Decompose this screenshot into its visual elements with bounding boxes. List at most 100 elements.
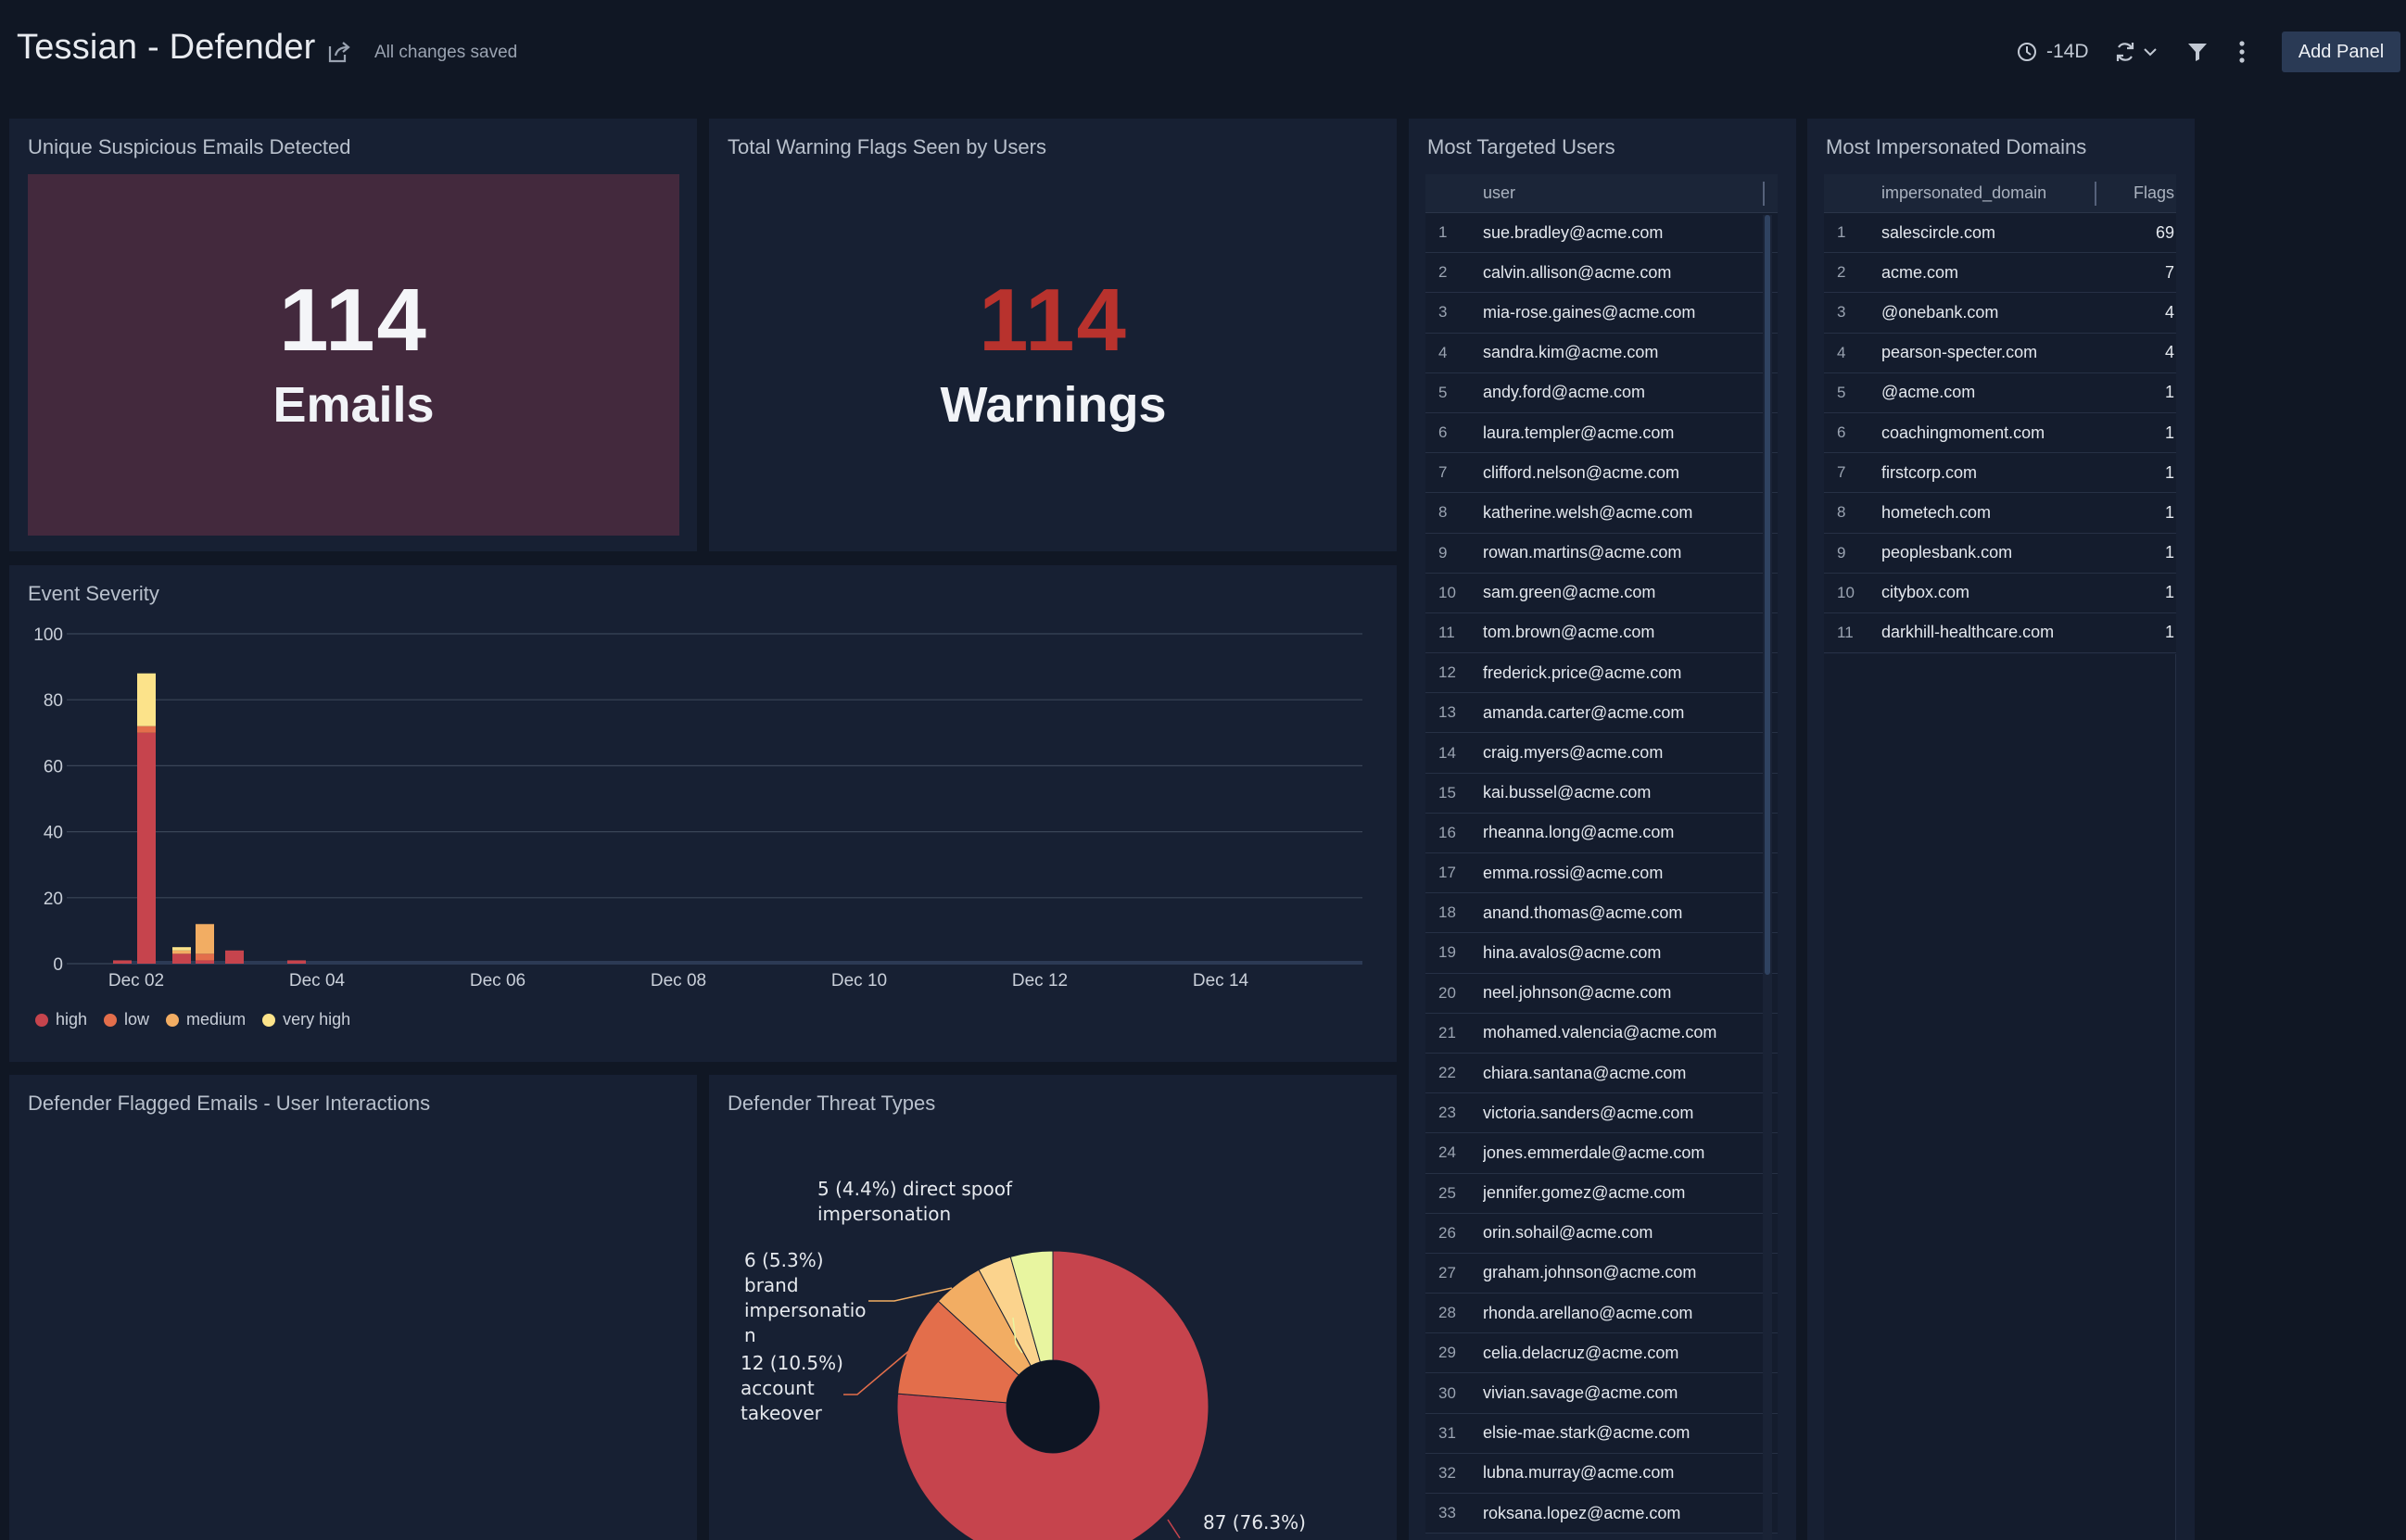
table-row[interactable]: 2 calvin.allison@acme.com — [1425, 253, 1778, 294]
domain-cell: darkhill-healthcare.com — [1881, 623, 2055, 642]
table-row[interactable]: 13 amanda.carter@acme.com — [1425, 693, 1778, 734]
flags-cell: 1 — [2164, 462, 2174, 482]
user-cell: amanda.carter@acme.com — [1483, 702, 1685, 722]
table-row[interactable]: 14 craig.myers@acme.com — [1425, 733, 1778, 774]
legend-item-medium[interactable]: medium — [166, 1010, 246, 1029]
table-row[interactable]: 21 mohamed.valencia@acme.com — [1425, 1013, 1778, 1054]
column-header-impersonated-domain[interactable]: impersonated_domain — [1881, 183, 2096, 203]
table-row[interactable]: 1 sue.bradley@acme.com — [1425, 213, 1778, 254]
y-tick-label: 40 — [44, 824, 63, 843]
table-row[interactable]: 18 anand.thomas@acme.com — [1425, 893, 1778, 934]
pie-label-line: impersonation — [817, 1203, 952, 1225]
user-cell: katherine.welsh@acme.com — [1483, 502, 1693, 522]
table-row[interactable]: 8 hometech.com 1 — [1824, 493, 2176, 534]
y-tick-label: 80 — [44, 691, 63, 711]
user-cell: kai.bussel@acme.com — [1483, 783, 1652, 802]
scrollbar-thumb[interactable] — [1765, 215, 1770, 975]
column-header-flags[interactable]: Flags — [2096, 183, 2176, 203]
table-row[interactable]: 9 peoplesbank.com 1 — [1824, 533, 2176, 574]
bar-segment-high — [172, 953, 191, 964]
legend-swatch — [262, 1013, 276, 1027]
legend-item-very-high[interactable]: very high — [262, 1010, 350, 1029]
table-row[interactable]: 27 graham.johnson@acme.com — [1425, 1253, 1778, 1294]
table-row[interactable]: 20 neel.johnson@acme.com — [1425, 973, 1778, 1014]
table-row[interactable]: 6 coachingmoment.com 1 — [1824, 412, 2176, 454]
filter-button[interactable] — [2185, 37, 2210, 67]
table-header: user — [1425, 174, 1778, 213]
legend-item-high[interactable]: high — [35, 1010, 87, 1029]
table-row[interactable]: 3 @onebank.com 4 — [1824, 293, 2176, 334]
bar-segment-high — [113, 960, 132, 964]
table-row[interactable]: 10 citybox.com 1 — [1824, 573, 2176, 613]
row-index: 8 — [1438, 503, 1448, 522]
table-row[interactable]: 24 jones.emmerdale@acme.com — [1425, 1133, 1778, 1174]
user-cell: elsie-mae.stark@acme.com — [1483, 1423, 1691, 1443]
table-row[interactable]: 17 emma.rossi@acme.com — [1425, 853, 1778, 894]
table-row[interactable]: 11 darkhill-healthcare.com 1 — [1824, 612, 2176, 654]
table-row[interactable]: 23 victoria.sanders@acme.com — [1425, 1093, 1778, 1134]
row-index: 24 — [1438, 1143, 1456, 1162]
kebab-menu-icon — [2239, 41, 2245, 63]
table-row[interactable]: 4 sandra.kim@acme.com — [1425, 333, 1778, 373]
more-options-button[interactable] — [2235, 37, 2248, 67]
row-index: 9 — [1438, 543, 1448, 562]
table-body: 1 salescircle.com 69 2 acme.com 7 3 @onebank.co… — [1824, 213, 2176, 654]
pie-label-line: impersonatio — [744, 1299, 867, 1321]
share-icon[interactable] — [326, 39, 352, 65]
user-cell: emma.rossi@acme.com — [1483, 863, 1664, 882]
table-row[interactable]: 5 @acme.com 1 — [1824, 372, 2176, 413]
time-range-selector[interactable]: -14D — [2017, 37, 2089, 67]
table-row[interactable]: 11 tom.brown@acme.com — [1425, 612, 1778, 654]
legend-label: very high — [283, 1010, 351, 1029]
table-row[interactable]: 9 rowan.martins@acme.com — [1425, 533, 1778, 574]
table-row[interactable]: 10 sam.green@acme.com — [1425, 573, 1778, 613]
user-cell: rhonda.arellano@acme.com — [1483, 1303, 1693, 1322]
table-row[interactable]: 29 celia.delacruz@acme.com — [1425, 1333, 1778, 1374]
table-row[interactable]: 3 mia-rose.gaines@acme.com — [1425, 293, 1778, 334]
table-row[interactable]: 5 andy.ford@acme.com — [1425, 372, 1778, 413]
dashboard-header: Tessian - Defender All changes saved -14… — [0, 0, 2406, 104]
table-row[interactable]: 26 orin.sohail@acme.com — [1425, 1213, 1778, 1254]
column-header-user[interactable]: user — [1483, 183, 1778, 203]
table-row[interactable]: 8 katherine.welsh@acme.com — [1425, 493, 1778, 534]
row-index: 20 — [1438, 983, 1456, 1002]
user-cell: victoria.sanders@acme.com — [1483, 1103, 1694, 1122]
row-index: 22 — [1438, 1064, 1456, 1082]
add-panel-button[interactable]: Add Panel — [2282, 32, 2400, 72]
table-row[interactable]: 16 rheanna.long@acme.com — [1425, 813, 1778, 853]
table-row[interactable]: 22 chiara.santana@acme.com — [1425, 1053, 1778, 1094]
pie-leader-line — [868, 1287, 953, 1302]
table-row[interactable]: 32 lubna.murray@acme.com — [1425, 1453, 1778, 1494]
column-resize-handle[interactable] — [2095, 182, 2096, 206]
user-cell: celia.delacruz@acme.com — [1483, 1343, 1679, 1362]
user-cell: hina.avalos@acme.com — [1483, 942, 1662, 962]
domains-table: impersonated_domain Flags 1 salescircle.c… — [1824, 174, 2176, 654]
table-row[interactable]: 28 rhonda.arellano@acme.com — [1425, 1294, 1778, 1334]
pie-label-brand-impersonation: 6 (5.3%) brand impersonatio n — [744, 1248, 866, 1348]
legend-item-low[interactable]: low — [104, 1010, 149, 1029]
table-row[interactable]: 15 kai.bussel@acme.com — [1425, 773, 1778, 814]
table-row[interactable]: 1 salescircle.com 69 — [1824, 213, 2176, 254]
table-row[interactable]: 6 laura.templer@acme.com — [1425, 412, 1778, 454]
row-index: 5 — [1837, 383, 1846, 401]
table-row[interactable]: 7 firstcorp.com 1 — [1824, 453, 2176, 494]
column-resize-handle[interactable] — [1763, 182, 1765, 206]
table-row[interactable]: 19 hina.avalos@acme.com — [1425, 933, 1778, 974]
pie-label-line: 6 (5.3%) — [744, 1249, 824, 1271]
table-row[interactable]: 7 clifford.nelson@acme.com — [1425, 453, 1778, 494]
chart-legend: high low medium very high — [35, 1010, 350, 1029]
table-row[interactable]: 2 acme.com 7 — [1824, 253, 2176, 294]
table-row[interactable]: 33 roksana.lopez@acme.com — [1425, 1494, 1778, 1534]
table-row[interactable]: 4 pearson-specter.com 4 — [1824, 333, 2176, 373]
domain-cell: @acme.com — [1881, 383, 1976, 402]
domain-cell: peoplesbank.com — [1881, 543, 2013, 562]
refresh-button[interactable] — [2113, 37, 2159, 67]
table-row[interactable]: 30 vivian.savage@acme.com — [1425, 1373, 1778, 1414]
domain-cell: acme.com — [1881, 262, 1959, 282]
table-row[interactable]: 12 frederick.price@acme.com — [1425, 653, 1778, 694]
table-row[interactable]: 31 elsie-mae.stark@acme.com — [1425, 1413, 1778, 1454]
donut-hole — [1007, 1360, 1099, 1453]
table-row[interactable]: 25 jennifer.gomez@acme.com — [1425, 1173, 1778, 1214]
domain-cell: citybox.com — [1881, 583, 1970, 602]
row-index: 11 — [1438, 623, 1455, 641]
